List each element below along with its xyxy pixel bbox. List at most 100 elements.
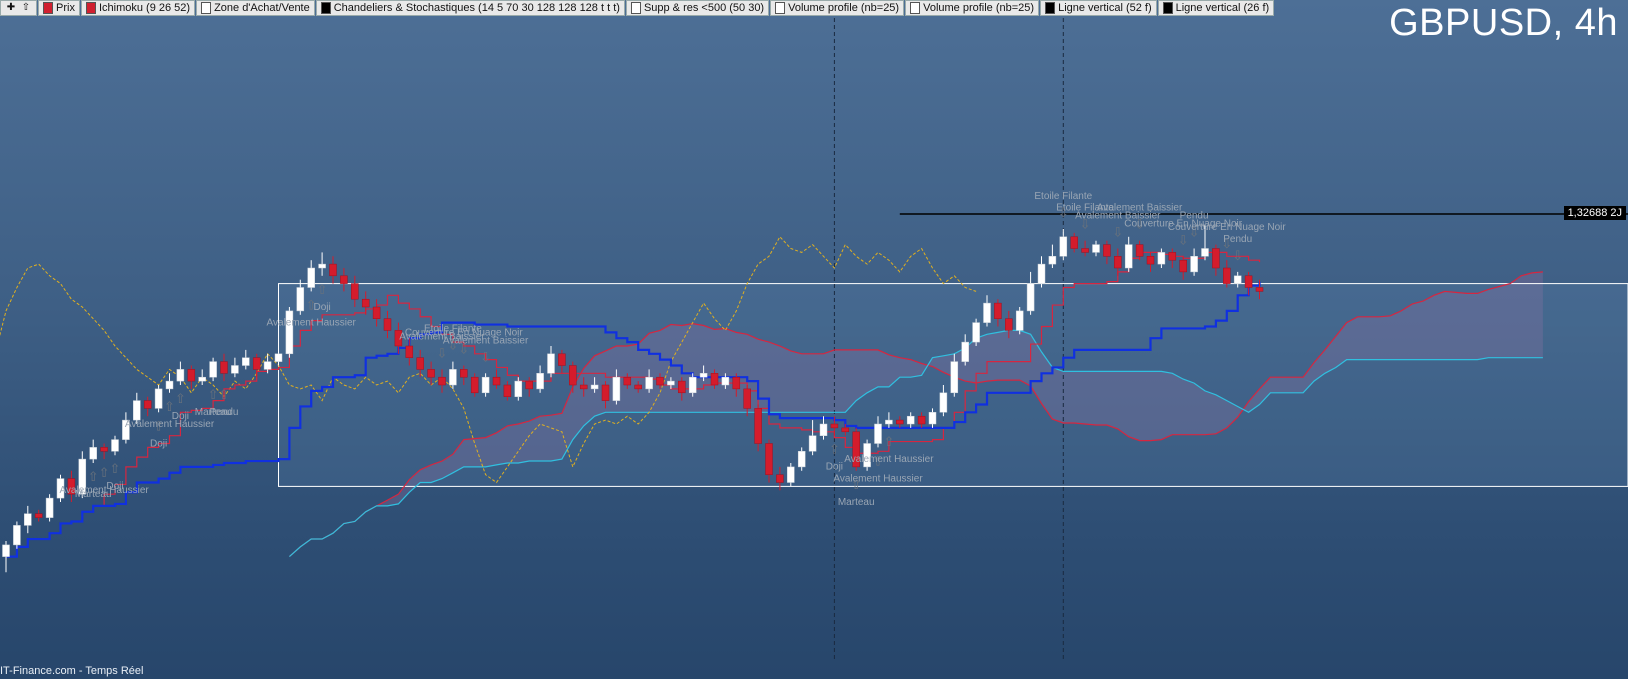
candle-body xyxy=(579,384,588,390)
candle-body xyxy=(612,376,621,401)
candle-body xyxy=(1048,256,1057,265)
candle-body xyxy=(1135,244,1144,257)
candle-body xyxy=(819,423,828,436)
candle-body xyxy=(623,376,632,386)
pattern-label: Avalement Haussier xyxy=(844,454,934,465)
indicator-color-swatch[interactable] xyxy=(1162,2,1173,14)
candle-body xyxy=(601,384,610,401)
indicator-color-swatch[interactable] xyxy=(630,2,641,14)
candle-body xyxy=(525,380,533,390)
candle-body xyxy=(1092,244,1100,253)
candle-body xyxy=(231,365,239,374)
candle-body xyxy=(460,369,468,378)
candle-body xyxy=(699,373,708,378)
toolbar-indicator-4[interactable]: Supp & res <500 (50 30) xyxy=(625,0,770,16)
price-chart[interactable]: ⇧Marteau⇧Avalement Haussier⇧Doji⇧Doji⇧Av… xyxy=(0,0,1628,679)
price-level-label: 1,32688 2J xyxy=(1563,206,1626,220)
pattern-arrow: ⇧ xyxy=(219,387,230,402)
pattern-label: Avalement Haussier xyxy=(833,473,923,484)
pattern-label: Marteau xyxy=(838,497,875,508)
candle-body xyxy=(154,388,163,409)
candle-body xyxy=(438,376,446,386)
indicator-label: Ligne vertical (26 f) xyxy=(1175,2,1270,14)
candle-body xyxy=(492,376,501,386)
candle-body xyxy=(503,384,512,397)
candle-body xyxy=(1157,252,1166,265)
candle-body xyxy=(296,287,305,312)
candle-body xyxy=(111,439,119,452)
candle-body xyxy=(242,357,250,366)
candle-body xyxy=(187,369,196,382)
candle-body xyxy=(797,451,806,468)
indicator-label: Supp & res <500 (50 30) xyxy=(643,2,765,14)
indicator-color-swatch[interactable] xyxy=(85,2,96,14)
candle-body xyxy=(787,466,795,483)
pattern-arrow: ⇧ xyxy=(110,461,121,476)
pattern-arrow: ⇧ xyxy=(208,387,219,402)
candle-body xyxy=(13,525,21,546)
candle-body xyxy=(405,345,414,358)
candle-body xyxy=(45,497,54,518)
candle-body xyxy=(1212,248,1220,269)
candle-body xyxy=(558,353,566,366)
toolbar-indicator-0[interactable]: Prix xyxy=(38,0,80,16)
pattern-arrow: ⇧ xyxy=(175,391,186,406)
chart-title: GBPUSD, 4h xyxy=(1389,2,1618,44)
candle-body xyxy=(470,376,479,394)
expand-icon[interactable]: ✚ xyxy=(5,2,17,14)
toolbar-indicator-3[interactable]: Chandeliers & Stochastiques (14 5 70 30 … xyxy=(315,0,625,16)
indicator-label: Volume profile (nb=25) xyxy=(923,2,1035,14)
pattern-label: Pendu xyxy=(210,407,239,418)
indicator-label: Chandeliers & Stochastiques (14 5 70 30 … xyxy=(333,2,620,14)
pattern-label: Avalement Haussier xyxy=(125,419,215,430)
candle-body xyxy=(950,361,959,394)
indicator-color-swatch[interactable] xyxy=(201,2,212,14)
toolbar-indicator-1[interactable]: Ichimoku (9 26 52) xyxy=(80,0,196,16)
candle-body xyxy=(1124,244,1133,269)
pattern-label: Couverture En Nuage Noir xyxy=(1168,222,1287,233)
pattern-label: Pendu xyxy=(1223,234,1252,245)
toolbar-indicator-5[interactable]: Volume profile (nb=25) xyxy=(770,0,905,16)
chart-type-icon[interactable]: ⇧ xyxy=(20,2,32,14)
candle-body xyxy=(1179,259,1187,273)
toolbar-tools[interactable]: ✚ ⇧ xyxy=(0,0,37,16)
indicator-color-swatch[interactable] xyxy=(1045,2,1056,14)
pattern-arrow: ⇧ xyxy=(88,469,99,484)
candle-body xyxy=(1103,244,1111,257)
pattern-arrow: ⇩ xyxy=(458,342,469,357)
indicator-color-swatch[interactable] xyxy=(43,2,53,14)
pattern-arrow: ⇩ xyxy=(437,345,448,360)
candle-body xyxy=(754,408,762,444)
candle-body xyxy=(1059,236,1068,257)
indicator-color-swatch[interactable] xyxy=(910,2,921,14)
candle-body xyxy=(961,341,969,362)
candle-body xyxy=(906,415,915,425)
candle-body xyxy=(590,384,599,390)
candle-body xyxy=(263,361,272,370)
candle-body xyxy=(743,388,751,409)
candle-body xyxy=(1223,267,1231,284)
indicator-color-swatch[interactable] xyxy=(775,2,786,14)
candle-body xyxy=(1146,256,1155,265)
toolbar-indicator-7[interactable]: Ligne vertical (52 f) xyxy=(1040,0,1157,16)
candle-body xyxy=(165,380,174,390)
candle-body xyxy=(885,419,893,425)
toolbar-indicator-6[interactable]: Volume profile (nb=25) xyxy=(905,0,1040,16)
indicator-color-swatch[interactable] xyxy=(320,2,331,14)
candle-body xyxy=(220,361,228,374)
candle-body xyxy=(1114,256,1122,269)
data-source-footer: IT-Finance.com - Temps Réel xyxy=(0,665,144,677)
candle-body xyxy=(34,513,43,518)
candle-body xyxy=(939,392,948,413)
toolbar-indicator-8[interactable]: Ligne vertical (26 f) xyxy=(1157,0,1275,16)
pattern-label: Avalement Baissier xyxy=(1097,203,1183,214)
pattern-label: Doji xyxy=(106,481,123,492)
candle-body xyxy=(274,353,283,362)
candle-body xyxy=(569,365,577,386)
candle-body xyxy=(340,275,348,284)
pattern-arrow: ⇩ xyxy=(1232,248,1243,263)
candle-body xyxy=(688,376,697,394)
toolbar-indicator-2[interactable]: Zone d'Achat/Vente xyxy=(196,0,315,16)
candle-body xyxy=(307,267,315,288)
candle-body xyxy=(24,513,32,526)
